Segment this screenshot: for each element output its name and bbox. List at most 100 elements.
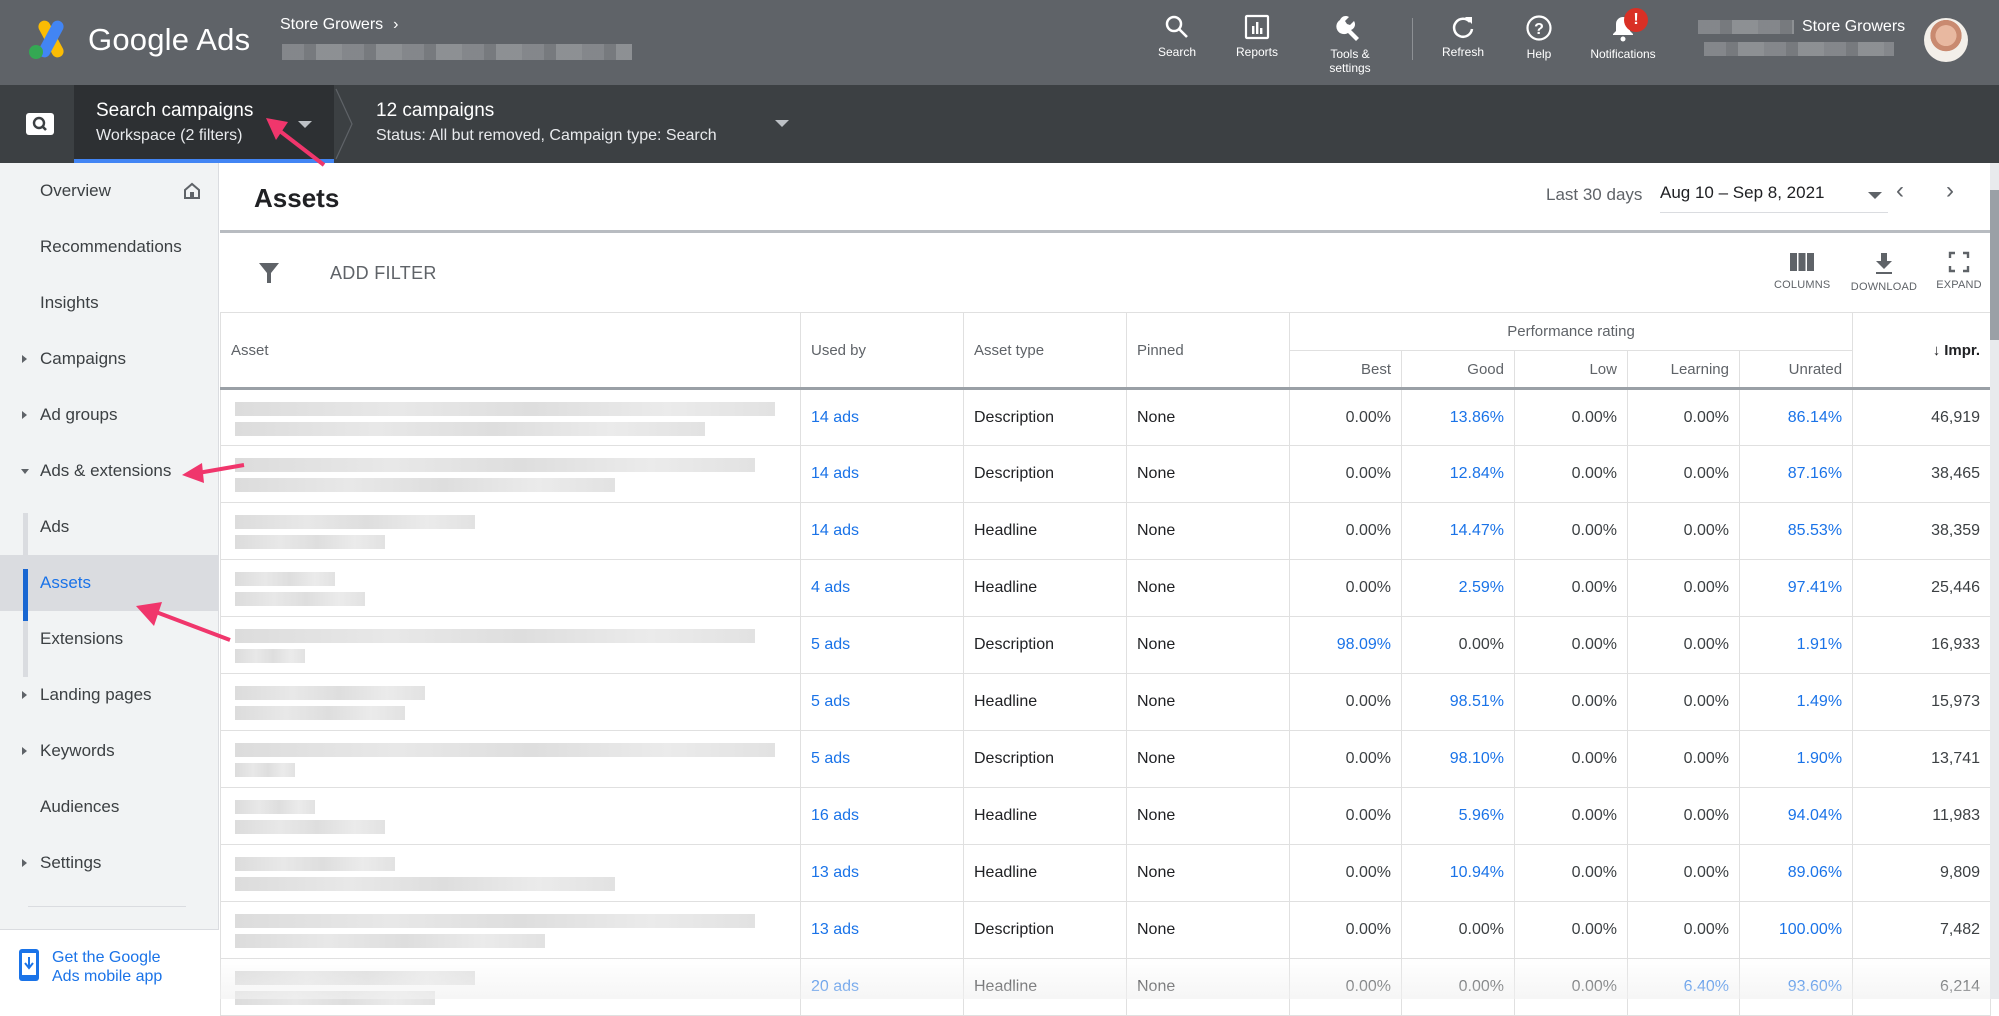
table-row[interactable]: 14 ads Description None 0.00% 12.84% 0.00% 0.0… xyxy=(220,445,1992,503)
workspace-selector[interactable]: Search campaigns Workspace (2 filters) xyxy=(74,85,334,163)
unrated-rating-cell[interactable]: 85.53% xyxy=(1738,502,1854,560)
column-header-impressions[interactable]: ↓ Impr. xyxy=(1852,312,1992,390)
used-by-link[interactable]: 5 ads xyxy=(800,673,964,731)
good-rating-cell[interactable]: 13.86% xyxy=(1401,388,1515,446)
column-header-asset[interactable]: Asset xyxy=(220,312,801,390)
unrated-rating-cell[interactable]: 86.14% xyxy=(1738,388,1854,446)
unrated-rating-cell[interactable]: 94.04% xyxy=(1738,787,1854,845)
help-button[interactable]: ? Help xyxy=(1522,14,1556,61)
unrated-rating-cell[interactable]: 97.41% xyxy=(1738,559,1854,617)
sidebar-divider xyxy=(28,906,186,907)
best-rating-cell[interactable]: 98.09% xyxy=(1289,616,1402,674)
learning-rating-cell: 0.00% xyxy=(1627,901,1740,959)
sidebar-item-settings[interactable]: Settings xyxy=(0,835,219,891)
sidebar-item-recommendations[interactable]: Recommendations xyxy=(0,219,219,275)
asset-text-redacted[interactable] xyxy=(220,502,801,560)
table-row[interactable]: 5 ads Headline None 0.00% 98.51% 0.00% 0.00% 1.… xyxy=(220,673,1992,731)
good-rating-cell[interactable]: 14.47% xyxy=(1401,502,1515,560)
sidebar-item-ads[interactable]: Ads xyxy=(0,499,219,555)
sidebar-item-extensions[interactable]: Extensions xyxy=(0,611,219,667)
unrated-rating-cell[interactable]: 87.16% xyxy=(1738,445,1854,503)
asset-text-redacted[interactable] xyxy=(220,901,801,959)
asset-text-redacted[interactable] xyxy=(220,673,801,731)
column-header-good[interactable]: Good xyxy=(1401,350,1515,390)
next-period-button[interactable]: › xyxy=(1946,177,1954,205)
sidebar-item-insights[interactable]: Insights xyxy=(0,275,219,331)
sidebar-item-keywords[interactable]: Keywords xyxy=(0,723,219,779)
sidebar-item-overview[interactable]: Overview xyxy=(0,163,219,219)
account-breadcrumb[interactable]: Store Growers › xyxy=(280,16,398,34)
column-header-best[interactable]: Best xyxy=(1289,350,1402,390)
table-row[interactable]: 16 ads Headline None 0.00% 5.96% 0.00% 0.00% 94… xyxy=(220,787,1992,845)
columns-button[interactable]: COLUMNS xyxy=(1774,251,1830,291)
unrated-rating-cell[interactable]: 89.06% xyxy=(1738,844,1854,902)
table-row[interactable]: 4 ads Headline None 0.00% 2.59% 0.00% 0.00% 97.… xyxy=(220,559,1992,617)
unrated-rating-cell[interactable]: 100.00% xyxy=(1738,901,1854,959)
table-row[interactable]: 14 ads Headline None 0.00% 14.47% 0.00% 0.00% 8… xyxy=(220,502,1992,560)
table-row[interactable]: 5 ads Description None 0.00% 98.10% 0.00% 0.00… xyxy=(220,730,1992,788)
asset-text-redacted[interactable] xyxy=(220,616,801,674)
asset-text-redacted[interactable] xyxy=(220,787,801,845)
table-row[interactable]: 13 ads Description None 0.00% 0.00% 0.00% 0.00… xyxy=(220,901,1992,959)
user-avatar[interactable] xyxy=(1924,18,1968,62)
column-header-pinned[interactable]: Pinned xyxy=(1126,312,1290,390)
previous-period-button[interactable]: ‹ xyxy=(1896,177,1904,205)
good-rating-cell[interactable]: 12.84% xyxy=(1401,445,1515,503)
used-by-link[interactable]: 13 ads xyxy=(800,844,964,902)
used-by-link[interactable]: 14 ads xyxy=(800,445,964,503)
tools-settings-button[interactable]: Tools & settings xyxy=(1320,14,1380,75)
user-account-name[interactable]: Store Growers xyxy=(1802,18,1905,36)
column-header-used-by[interactable]: Used by xyxy=(800,312,964,390)
column-header-asset-type[interactable]: Asset type xyxy=(963,312,1127,390)
used-by-link[interactable]: 16 ads xyxy=(800,787,964,845)
google-ads-logo-icon[interactable] xyxy=(28,18,72,60)
used-by-link[interactable]: 20 ads xyxy=(800,958,964,1016)
column-header-unrated[interactable]: Unrated xyxy=(1738,350,1854,390)
good-rating-cell[interactable]: 5.96% xyxy=(1401,787,1515,845)
column-header-low[interactable]: Low xyxy=(1514,350,1628,390)
sidebar-item-assets[interactable]: Assets xyxy=(0,555,219,611)
used-by-link[interactable]: 13 ads xyxy=(800,901,964,959)
asset-text-redacted[interactable] xyxy=(220,559,801,617)
good-rating-cell[interactable]: 98.10% xyxy=(1401,730,1515,788)
sidebar-item-ad-groups[interactable]: Ad groups xyxy=(0,387,219,443)
table-row[interactable]: 13 ads Headline None 0.00% 10.94% 0.00% 0.00% 8… xyxy=(220,844,1992,902)
good-rating-cell[interactable]: 98.51% xyxy=(1401,673,1515,731)
asset-text-redacted[interactable] xyxy=(220,388,801,446)
learning-rating-cell[interactable]: 6.40% xyxy=(1627,958,1740,1016)
used-by-link[interactable]: 5 ads xyxy=(800,730,964,788)
asset-text-redacted[interactable] xyxy=(220,958,801,1016)
download-button[interactable]: DOWNLOAD xyxy=(1850,251,1918,293)
scope-search-button[interactable] xyxy=(26,113,54,135)
search-tool-button[interactable]: Search xyxy=(1156,14,1198,59)
date-range-picker[interactable]: Aug 10 – Sep 8, 2021 xyxy=(1660,183,1888,213)
unrated-rating-cell[interactable]: 1.90% xyxy=(1738,730,1854,788)
table-row[interactable]: 20 ads Headline None 0.00% 0.00% 0.00% 6.40% 93… xyxy=(220,958,1992,1016)
scrollbar-thumb[interactable] xyxy=(1990,190,1999,340)
used-by-link[interactable]: 14 ads xyxy=(800,388,964,446)
unrated-rating-cell[interactable]: 1.49% xyxy=(1738,673,1854,731)
good-rating-cell[interactable]: 2.59% xyxy=(1401,559,1515,617)
sidebar-item-audiences[interactable]: Audiences xyxy=(0,779,219,835)
good-rating-cell[interactable]: 10.94% xyxy=(1401,844,1515,902)
used-by-link[interactable]: 14 ads xyxy=(800,502,964,560)
sidebar-item-ads-extensions[interactable]: Ads & extensions xyxy=(0,443,219,499)
reports-button[interactable]: Reports xyxy=(1232,14,1282,59)
filter-icon[interactable] xyxy=(258,261,280,285)
mobile-app-promo-link[interactable]: Get the Google Ads mobile app xyxy=(0,929,219,999)
table-row[interactable]: 14 ads Description None 0.00% 13.86% 0.00% 0.0… xyxy=(220,388,1992,446)
sidebar-item-landing-pages[interactable]: Landing pages xyxy=(0,667,219,723)
refresh-button[interactable]: Refresh xyxy=(1440,14,1486,59)
expand-button[interactable]: EXPAND xyxy=(1934,251,1984,291)
asset-text-redacted[interactable] xyxy=(220,445,801,503)
sidebar-item-campaigns[interactable]: Campaigns xyxy=(0,331,219,387)
used-by-link[interactable]: 4 ads xyxy=(800,559,964,617)
asset-text-redacted[interactable] xyxy=(220,844,801,902)
unrated-rating-cell[interactable]: 1.91% xyxy=(1738,616,1854,674)
asset-text-redacted[interactable] xyxy=(220,730,801,788)
table-row[interactable]: 5 ads Description None 98.09% 0.00% 0.00% 0.00… xyxy=(220,616,1992,674)
used-by-link[interactable]: 5 ads xyxy=(800,616,964,674)
column-header-learning[interactable]: Learning xyxy=(1627,350,1740,390)
add-filter-button[interactable]: ADD FILTER xyxy=(330,263,437,284)
unrated-rating-cell[interactable]: 93.60% xyxy=(1738,958,1854,1016)
